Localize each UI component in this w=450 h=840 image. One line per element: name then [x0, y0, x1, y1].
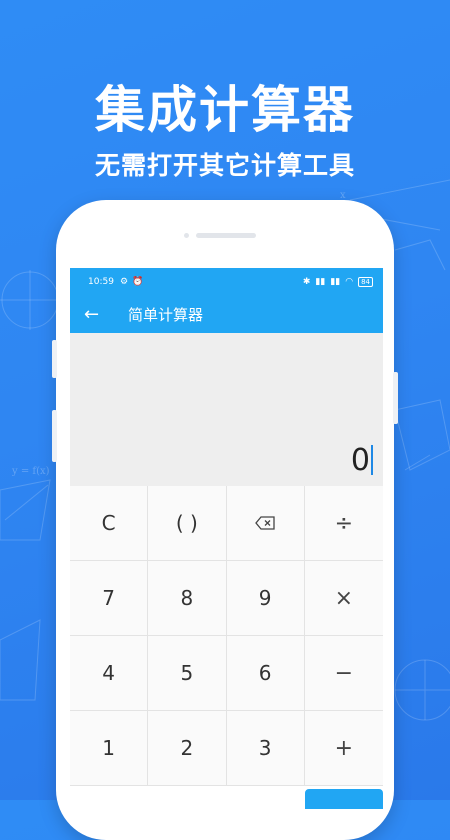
add-button[interactable]: +: [304, 711, 383, 786]
svg-text:y = f(x): y = f(x): [11, 466, 50, 477]
phone-side-button: [52, 410, 57, 462]
status-time: 10:59: [88, 276, 114, 287]
banner-subtitle: 无需打开其它计算工具: [94, 151, 355, 180]
settings-gear-icon: ⚙: [119, 276, 129, 287]
keypad: C ( ) ÷ 7 8 9 × 4 5 6 − 1 2 3 +: [70, 486, 383, 786]
wifi-icon: ◠: [345, 276, 354, 287]
clear-button[interactable]: C: [70, 486, 149, 561]
multiply-button[interactable]: ×: [304, 561, 383, 636]
calculator-display[interactable]: 0: [70, 333, 383, 486]
phone-side-button: [393, 372, 398, 424]
front-camera-icon: [184, 233, 189, 238]
digit-3-button[interactable]: 3: [226, 711, 305, 786]
app-title: 简单计算器: [128, 305, 204, 324]
alarm-icon: ⏰: [132, 276, 144, 287]
display-value: 0: [351, 443, 373, 478]
phone-screen: 10:59 ⚙ ⏰ ✱ ▮▮ ▮▮ ◠ 84 ← 简单计算器 0 C ( ) ÷…: [70, 268, 383, 808]
backspace-button[interactable]: [226, 486, 305, 561]
earpiece: [196, 233, 256, 238]
digit-4-button[interactable]: 4: [70, 636, 149, 711]
digit-6-button[interactable]: 6: [226, 636, 305, 711]
text-caret: [371, 445, 373, 475]
backspace-icon: [255, 516, 275, 530]
status-bar: 10:59 ⚙ ⏰ ✱ ▮▮ ▮▮ ◠ 84: [70, 268, 383, 295]
phone-side-button: [52, 340, 57, 378]
battery-icon: 84: [358, 276, 373, 287]
digit-9-button[interactable]: 9: [226, 561, 305, 636]
banner-title: 集成计算器: [95, 81, 355, 139]
status-icons: ✱ ▮▮ ▮▮ ◠ 84: [302, 276, 373, 287]
app-bar: ← 简单计算器: [70, 295, 383, 333]
divide-button[interactable]: ÷: [304, 486, 383, 561]
digit-5-button[interactable]: 5: [148, 636, 227, 711]
bluetooth-icon: ✱: [302, 276, 311, 287]
parentheses-button[interactable]: ( ): [148, 486, 227, 561]
digit-1-button[interactable]: 1: [70, 711, 149, 786]
back-arrow-icon[interactable]: ←: [84, 304, 114, 325]
signal-icon: ▮▮: [315, 276, 326, 287]
equals-button-partial[interactable]: [305, 789, 383, 809]
digit-7-button[interactable]: 7: [70, 561, 149, 636]
subtract-button[interactable]: −: [304, 636, 383, 711]
signal-icon: ▮▮: [330, 276, 341, 287]
digit-2-button[interactable]: 2: [148, 711, 227, 786]
display-number: 0: [350, 443, 370, 478]
digit-8-button[interactable]: 8: [148, 561, 227, 636]
